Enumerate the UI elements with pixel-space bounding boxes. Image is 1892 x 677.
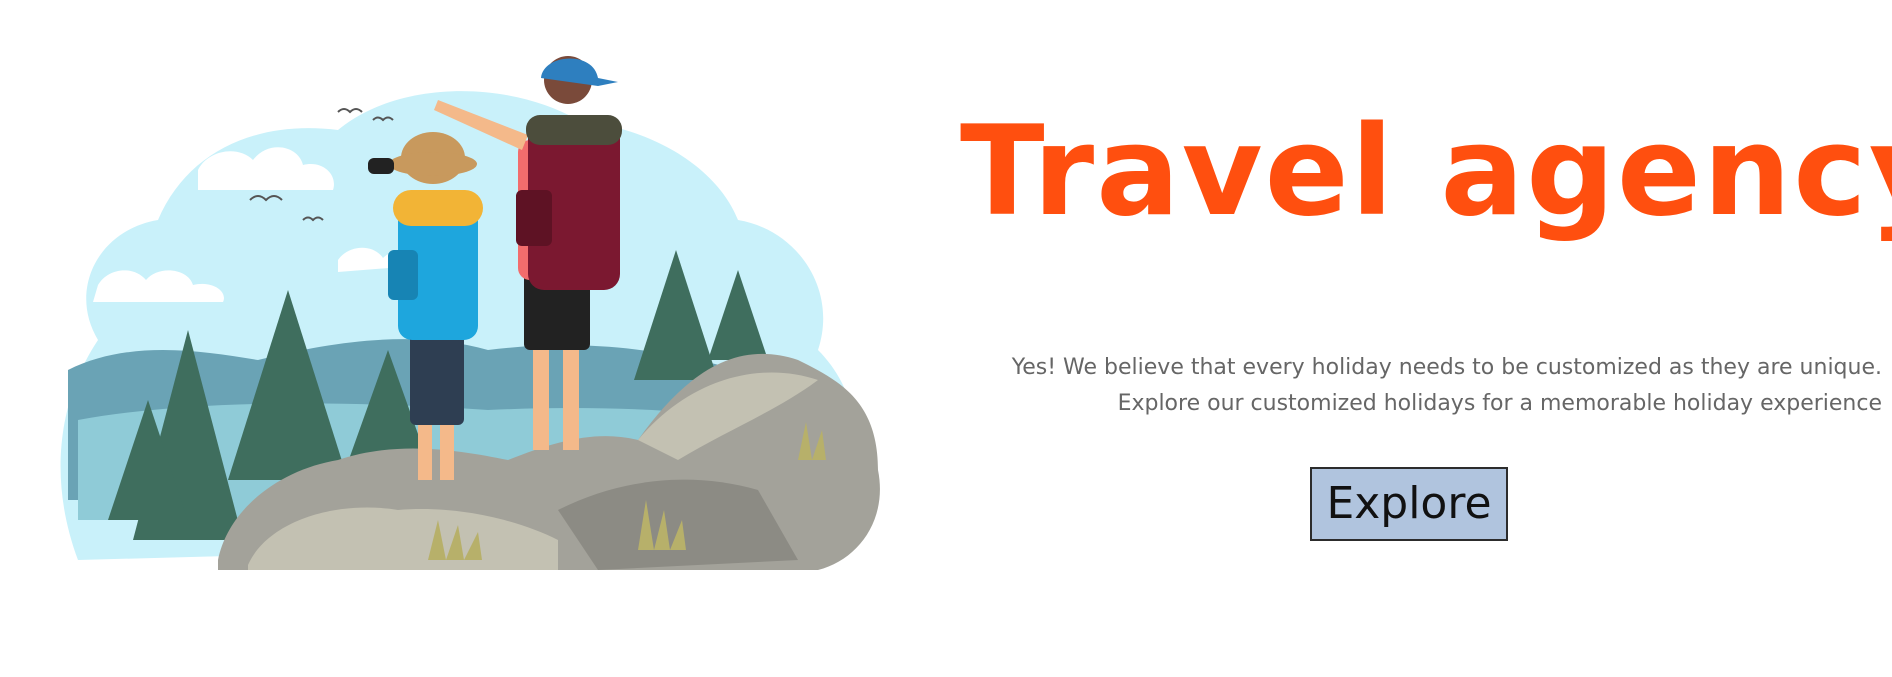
hero-text: Travel agency Yes! We believe that every…	[960, 100, 1892, 541]
explore-button[interactable]: Explore	[1310, 467, 1508, 541]
hikers-on-mountain-illustration	[60, 56, 880, 570]
hero-subtitle: Yes! We believe that every holiday needs…	[1012, 350, 1882, 422]
subtitle-line-2: Explore our customized holidays for a me…	[1117, 391, 1882, 416]
page-title: Travel agency	[960, 100, 1892, 244]
landing-page: Travel agency Yes! We believe that every…	[0, 0, 1892, 677]
subtitle-line-1: Yes! We believe that every holiday needs…	[1011, 355, 1882, 380]
